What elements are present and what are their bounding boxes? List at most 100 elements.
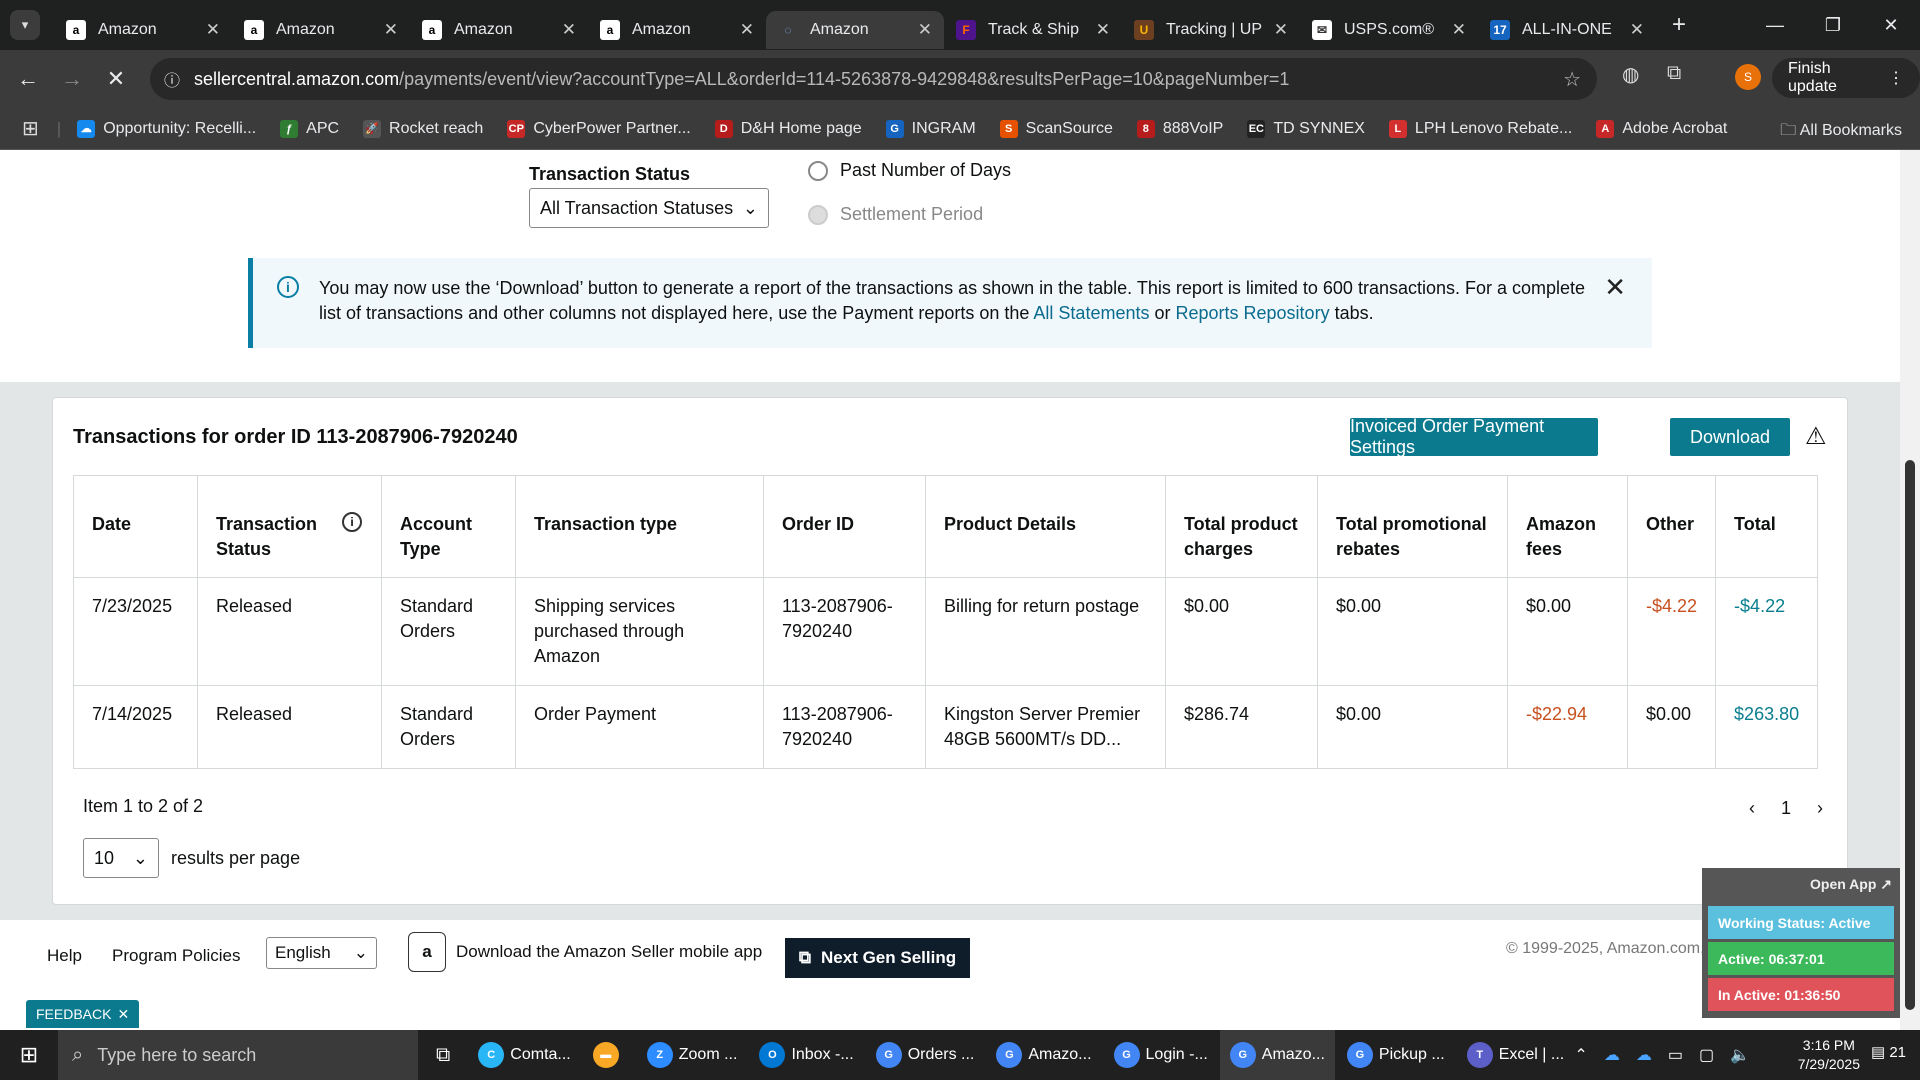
- taskbar-app[interactable]: O Inbox -...: [749, 1030, 863, 1080]
- reports-repository-link[interactable]: Reports Repository: [1176, 303, 1330, 323]
- next-page-icon[interactable]: ›: [1817, 798, 1823, 819]
- more-menu-icon[interactable]: ⋮: [1888, 68, 1904, 88]
- close-tab-icon[interactable]: ✕: [1630, 20, 1644, 40]
- close-window-icon[interactable]: ✕: [1862, 15, 1920, 36]
- column-header[interactable]: Date: [73, 475, 198, 578]
- finish-update-button[interactable]: Finish update ⋮: [1772, 58, 1920, 98]
- forward-icon[interactable]: →: [50, 66, 94, 92]
- close-tab-icon[interactable]: ✕: [1096, 20, 1110, 40]
- bookmark-item[interactable]: D D&H Home page: [714, 119, 862, 138]
- current-page[interactable]: 1: [1781, 798, 1791, 819]
- browser-tab[interactable]: a Amazon ✕: [54, 11, 232, 49]
- browser-tab[interactable]: ◌ Amazon ✕: [766, 11, 944, 49]
- radio-settlement-period[interactable]: Settlement Period: [808, 204, 983, 225]
- volume-icon[interactable]: 🔈: [1730, 1045, 1750, 1065]
- onedrive-business-icon[interactable]: ☁: [1636, 1045, 1652, 1065]
- bookmark-item[interactable]: ☁ Opportunity: Recelli...: [77, 119, 256, 138]
- column-header[interactable]: Total promotional rebates: [1317, 475, 1508, 578]
- close-tab-icon[interactable]: ✕: [918, 20, 932, 40]
- transaction-status-select[interactable]: All Transaction Statuses ⌄: [529, 188, 769, 228]
- column-header[interactable]: Transaction type: [515, 475, 764, 578]
- profile-avatar[interactable]: S: [1735, 64, 1761, 90]
- browser-tab[interactable]: 17 ALL-IN-ONE ✕: [1478, 11, 1656, 49]
- extensions-icon[interactable]: ⧉: [1667, 62, 1681, 85]
- bookmark-item[interactable]: L LPH Lenovo Rebate...: [1388, 119, 1572, 138]
- close-tab-icon[interactable]: ✕: [562, 20, 576, 40]
- seller-app-download[interactable]: a Download the Amazon Seller mobile app: [408, 932, 762, 972]
- taskbar-app[interactable]: ▬: [583, 1030, 635, 1080]
- column-header[interactable]: Amazon fees: [1507, 475, 1628, 578]
- bookmark-item[interactable]: 8 888VoIP: [1136, 119, 1223, 138]
- taskbar-app[interactable]: C Comta...: [468, 1030, 580, 1080]
- info-icon[interactable]: i: [342, 512, 362, 532]
- next-gen-selling-button[interactable]: ⧉ Next Gen Selling: [785, 938, 970, 978]
- site-info-icon[interactable]: ⓘ: [164, 67, 180, 91]
- network-icon[interactable]: ▢: [1699, 1045, 1714, 1065]
- bookmark-item[interactable]: 🚀 Rocket reach: [363, 119, 483, 138]
- all-statements-link[interactable]: All Statements: [1033, 303, 1149, 323]
- column-header[interactable]: Total product charges: [1165, 475, 1318, 578]
- taskbar-app[interactable]: Z Zoom ...: [637, 1030, 748, 1080]
- close-tab-icon[interactable]: ✕: [740, 20, 754, 40]
- close-tab-icon[interactable]: ✕: [206, 20, 220, 40]
- taskbar-clock[interactable]: 3:16 PM 7/29/2025: [1798, 1036, 1860, 1074]
- bookmark-item[interactable]: ƒ APC: [280, 119, 339, 138]
- scrollbar-thumb[interactable]: [1905, 460, 1915, 1010]
- close-tab-icon[interactable]: ✕: [384, 20, 398, 40]
- taskbar-app[interactable]: G Orders ...: [866, 1030, 985, 1080]
- onedrive-icon[interactable]: ☁: [1604, 1045, 1620, 1065]
- taskbar-search[interactable]: ⌕ Type here to search: [58, 1030, 418, 1080]
- close-feedback-icon[interactable]: ✕: [117, 1006, 129, 1023]
- taskbar-app[interactable]: G Amazo...: [1219, 1030, 1335, 1080]
- taskbar-app[interactable]: G Login -...: [1104, 1030, 1218, 1080]
- back-icon[interactable]: ←: [6, 66, 50, 92]
- invoiced-order-payment-settings-button[interactable]: Invoiced Order Payment Settings: [1350, 416, 1598, 457]
- tray-overflow-icon[interactable]: ⌃: [1574, 1045, 1587, 1065]
- taskbar-app[interactable]: G Pickup ...: [1337, 1030, 1455, 1080]
- language-select[interactable]: English ⌄: [266, 937, 377, 969]
- all-bookmarks-button[interactable]: 🗀 All Bookmarks: [1780, 119, 1902, 146]
- bookmark-star-icon[interactable]: ☆: [1563, 67, 1581, 92]
- browser-tab[interactable]: F Track & Ship ✕: [944, 11, 1122, 49]
- tab-search-menu-icon[interactable]: ▾: [10, 10, 40, 40]
- column-header[interactable]: Order ID: [763, 475, 926, 578]
- open-app-link[interactable]: Open App ↗: [1810, 876, 1892, 893]
- radio-past-days[interactable]: Past Number of Days: [808, 160, 1011, 181]
- browser-tab[interactable]: a Amazon ✕: [232, 11, 410, 49]
- column-header[interactable]: Product Details: [925, 475, 1166, 578]
- bookmark-item[interactable]: G INGRAM: [885, 119, 976, 138]
- program-policies-link[interactable]: Program Policies: [112, 946, 241, 966]
- column-header[interactable]: Transaction Status i: [197, 475, 382, 578]
- bookmark-item[interactable]: S ScanSource: [999, 119, 1113, 138]
- browser-tab[interactable]: ✉ USPS.com® ✕: [1300, 11, 1478, 49]
- minimize-icon[interactable]: —: [1746, 15, 1804, 36]
- browser-tab[interactable]: a Amazon ✕: [410, 11, 588, 49]
- results-per-page-select[interactable]: 10 ⌄: [83, 838, 159, 878]
- battery-icon[interactable]: ▭: [1668, 1045, 1683, 1065]
- stop-loading-icon[interactable]: ✕: [94, 66, 138, 92]
- help-link[interactable]: Help: [47, 946, 82, 966]
- task-view-icon[interactable]: ⧉: [420, 1030, 466, 1080]
- translate-icon[interactable]: ◍: [1622, 62, 1639, 87]
- column-header[interactable]: Total: [1715, 475, 1819, 578]
- new-tab-icon[interactable]: +: [1672, 11, 1686, 39]
- browser-tab[interactable]: U Tracking | UP ✕: [1122, 11, 1300, 49]
- apps-grid-icon[interactable]: ⊞: [22, 116, 39, 141]
- warning-icon[interactable]: ⚠: [1805, 422, 1827, 451]
- download-button[interactable]: Download: [1670, 418, 1790, 456]
- notification-center-icon[interactable]: ▤ 21: [1871, 1043, 1906, 1061]
- windows-start-icon[interactable]: ⊞: [0, 1042, 58, 1068]
- bookmark-item[interactable]: A Adobe Acrobat: [1596, 119, 1727, 138]
- close-tab-icon[interactable]: ✕: [1274, 20, 1288, 40]
- close-tab-icon[interactable]: ✕: [1452, 20, 1466, 40]
- close-alert-icon[interactable]: ✕: [1604, 272, 1626, 303]
- bookmark-item[interactable]: EC TD SYNNEX: [1247, 119, 1365, 138]
- taskbar-app[interactable]: G Amazo...: [986, 1030, 1101, 1080]
- bookmark-item[interactable]: CP CyberPower Partner...: [507, 119, 691, 138]
- taskbar-app[interactable]: T Excel | ...: [1457, 1030, 1575, 1080]
- column-header[interactable]: Account Type: [381, 475, 516, 578]
- feedback-tab[interactable]: FEEDBACK ✕: [26, 1000, 140, 1028]
- address-bar[interactable]: ⓘ sellercentral.amazon.com/payments/even…: [150, 58, 1597, 100]
- page-scrollbar[interactable]: [1900, 150, 1920, 1030]
- restore-icon[interactable]: ❐: [1804, 15, 1862, 36]
